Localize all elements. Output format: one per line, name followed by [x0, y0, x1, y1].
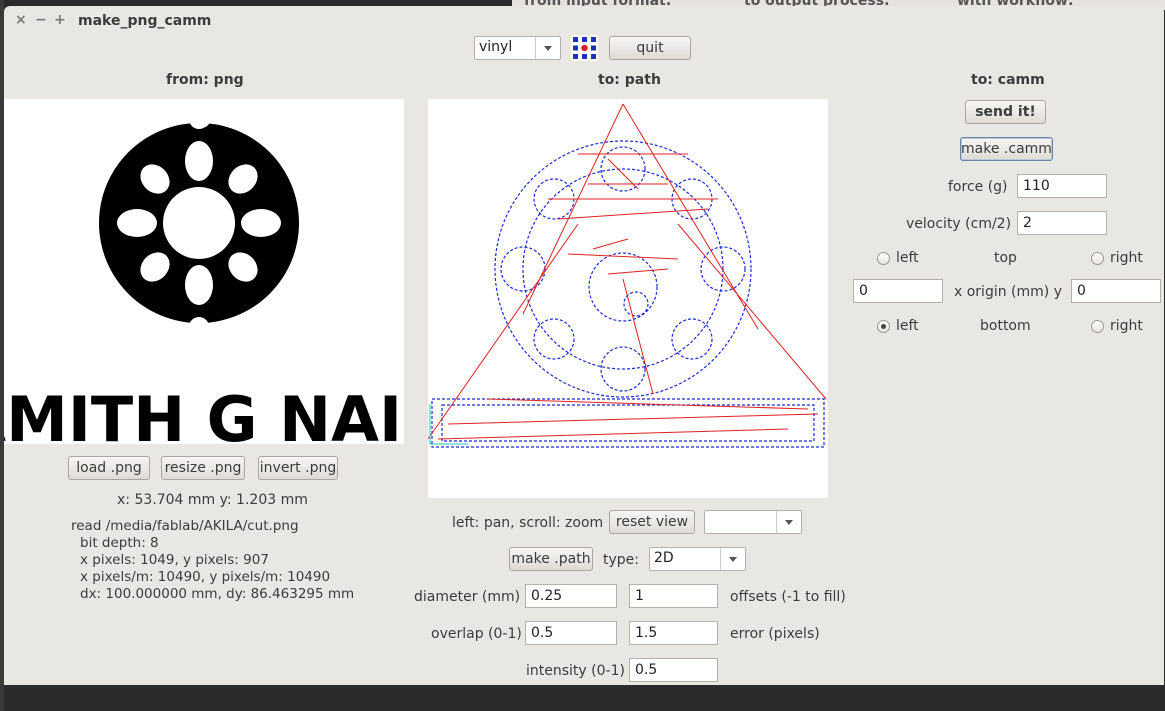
invert-png-button[interactable]: invert .png — [258, 456, 338, 480]
png-info: read /media/fablab/AKILA/cut.png bit dep… — [71, 518, 354, 603]
origin-label: x origin (mm) y — [954, 284, 1062, 300]
send-it-button[interactable]: send it! — [965, 100, 1046, 124]
title-bar: × − + make_png_camm — [4, 6, 1164, 36]
diameter-input[interactable]: 0.25 — [525, 584, 617, 608]
origin-bottom-right-radio[interactable] — [1091, 320, 1104, 333]
maximize-icon[interactable]: + — [54, 12, 66, 28]
offsets-input[interactable]: 1 — [629, 584, 718, 608]
origin-top-left-label: left — [896, 250, 919, 266]
chevron-down-icon — [776, 511, 801, 533]
origin-top-right-radio[interactable] — [1091, 252, 1104, 265]
window-title: make_png_camm — [78, 13, 212, 29]
chevron-down-icon — [535, 37, 560, 59]
origin-bottom-label: bottom — [980, 318, 1031, 334]
intensity-input[interactable]: 0.5 — [629, 658, 718, 682]
close-icon[interactable]: × — [15, 12, 27, 28]
info-line: x pixels: 1049, y pixels: 907 — [80, 552, 269, 568]
path-type-value: 2D — [654, 550, 674, 566]
pan-zoom-hint: left: pan, scroll: zoom — [452, 515, 604, 531]
view-select[interactable] — [704, 510, 802, 534]
png-image-text: AMITH G NAIR — [4, 383, 404, 444]
quit-button[interactable]: quit — [609, 36, 691, 60]
minimize-icon[interactable]: − — [35, 12, 47, 28]
origin-top-label: top — [994, 250, 1017, 266]
type-label: type: — [603, 552, 639, 568]
force-input[interactable]: 110 — [1017, 174, 1107, 198]
camm-header: to: camm — [971, 72, 1045, 88]
from-header: from: png — [166, 72, 244, 88]
path-preview-canvas[interactable] — [428, 99, 828, 498]
error-label: error (pixels) — [730, 626, 820, 642]
velocity-input[interactable]: 2 — [1017, 211, 1107, 235]
png-preview-canvas[interactable]: AMITH G NAIR — [4, 99, 404, 444]
intensity-label: intensity (0-1) — [526, 663, 625, 679]
machine-select-value: vinyl — [479, 39, 513, 55]
origin-x-input[interactable]: 0 — [853, 279, 943, 303]
path-header: to: path — [598, 72, 661, 88]
origin-bottom-left-radio[interactable] — [877, 320, 890, 333]
resize-png-button[interactable]: resize .png — [161, 456, 245, 480]
diameter-label: diameter (mm) — [414, 589, 521, 605]
path-type-select[interactable]: 2D — [649, 547, 746, 571]
info-line: bit depth: 8 — [80, 535, 159, 551]
offsets-label: offsets (-1 to fill) — [730, 589, 846, 605]
machine-select[interactable]: vinyl — [474, 36, 561, 60]
chevron-down-icon — [720, 548, 745, 570]
overlap-input[interactable]: 0.5 — [525, 621, 617, 645]
png-preview-image: AMITH G NAIR — [4, 109, 404, 444]
overlap-label: overlap (0-1) — [431, 626, 522, 642]
velocity-label: velocity (cm/2) — [906, 216, 1012, 232]
info-line: dx: 100.000000 mm, dy: 86.463295 mm — [80, 586, 355, 602]
app-window: × − + make_png_camm vinyl quit from: png — [4, 6, 1164, 685]
reset-view-button[interactable]: reset view — [609, 510, 695, 534]
info-line: x pixels/m: 10490, y pixels/m: 10490 — [80, 569, 331, 585]
origin-bottom-left-label: left — [896, 318, 919, 334]
force-label: force (g) — [948, 179, 1008, 195]
origin-top-left-radio[interactable] — [877, 252, 890, 265]
error-input[interactable]: 1.5 — [629, 621, 718, 645]
fab-modules-logo-icon[interactable] — [571, 35, 598, 61]
load-png-button[interactable]: load .png — [68, 456, 150, 480]
origin-bottom-right-label: right — [1110, 318, 1143, 334]
make-path-button[interactable]: make .path — [509, 547, 593, 571]
cursor-coordinates: x: 53.704 mm y: 1.203 mm — [117, 492, 308, 508]
info-line: read /media/fablab/AKILA/cut.png — [71, 518, 299, 534]
toolpath-plot — [428, 103, 827, 448]
make-camm-button[interactable]: make .camm — [960, 137, 1053, 161]
origin-top-right-label: right — [1110, 250, 1143, 266]
origin-y-input[interactable]: 0 — [1071, 279, 1161, 303]
